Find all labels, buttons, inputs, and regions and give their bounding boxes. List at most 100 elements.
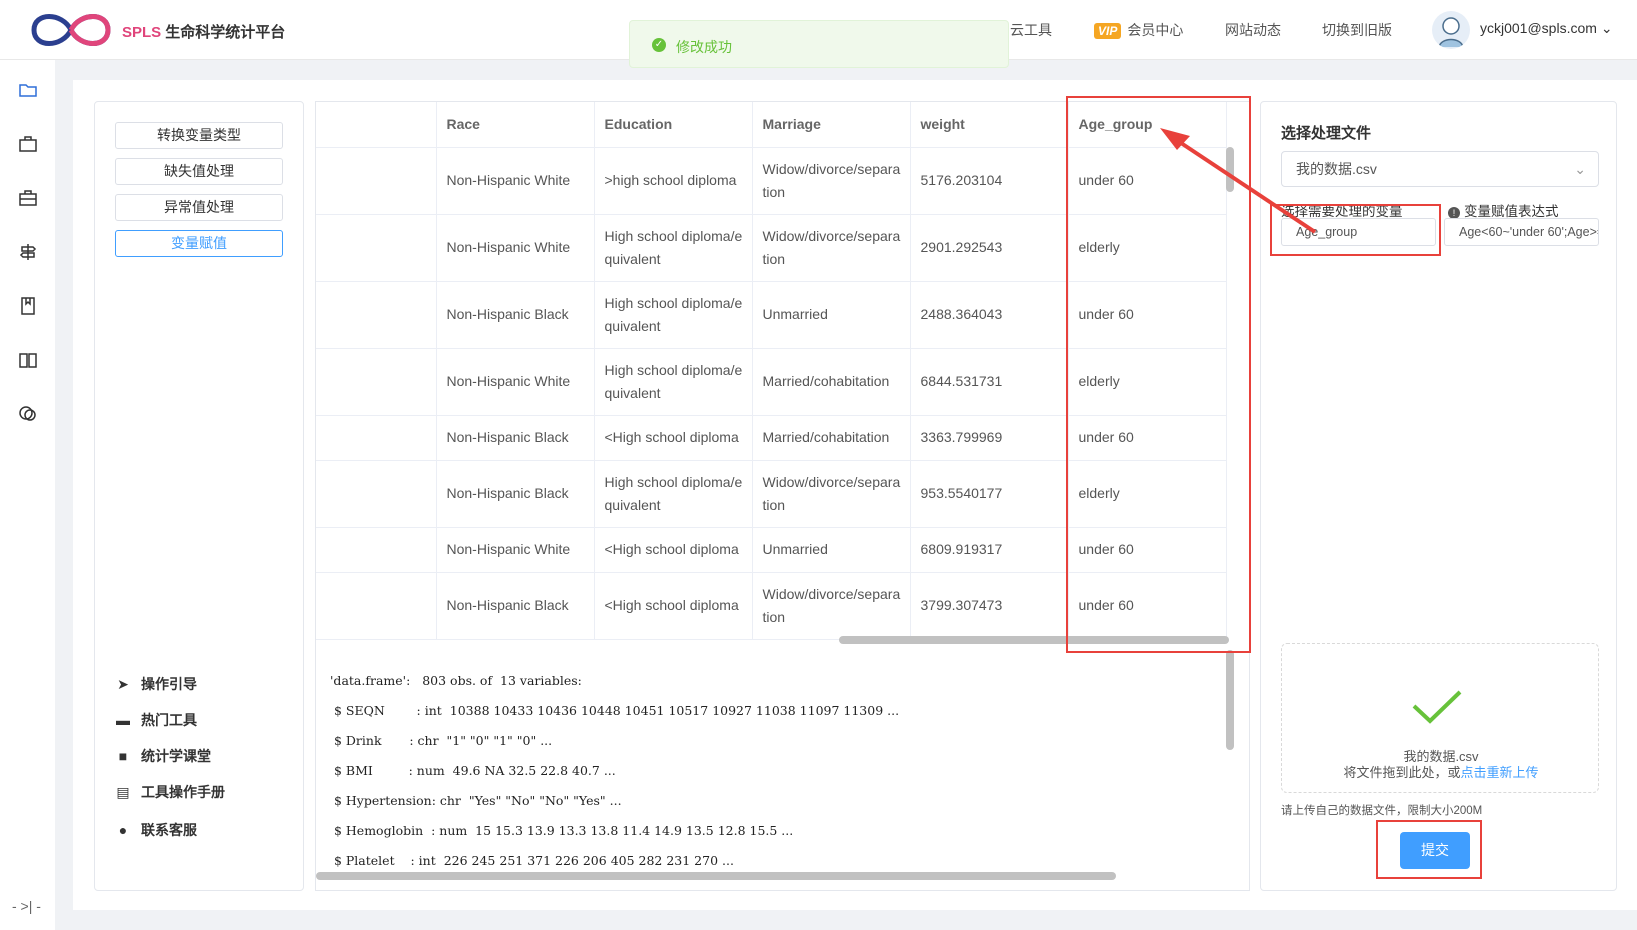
table-row[interactable]: Non-Hispanic Black High school diploma/e … (316, 460, 1227, 528)
table-cell: 6844.531731 (910, 348, 1069, 416)
table-row[interactable]: Non-Hispanic White High school diploma/e … (316, 348, 1227, 416)
toolbox-icon[interactable] (18, 188, 38, 208)
table-cell: under 60 (1068, 147, 1227, 215)
convert-type-button[interactable]: 转换变量类型 (115, 122, 283, 149)
console-horizontal-scrollbar[interactable] (316, 872, 1116, 880)
table-vertical-scrollbar[interactable] (1226, 147, 1234, 192)
table-cell: 2901.292543 (910, 214, 1069, 282)
missing-value-button[interactable]: 缺失值处理 (115, 158, 283, 185)
col-header[interactable]: weight (910, 102, 1069, 148)
table-cell (316, 281, 437, 349)
guide-link[interactable]: ➤ 操作引导 (115, 674, 197, 694)
upload-hint: 将文件拖到此处，或点击重新上传 (1343, 765, 1539, 780)
nav-cloud-tools[interactable]: 云工具 (1010, 20, 1052, 40)
toast-message: 修改成功 (676, 39, 732, 55)
table-cell: >high school diploma (594, 147, 753, 215)
table-cell: elderly (1068, 348, 1227, 416)
table-cell: High school diploma/e quivalent (594, 348, 753, 416)
briefcase-icon[interactable] (18, 134, 38, 154)
table-cell: Non-Hispanic White (436, 348, 595, 416)
table-cell: Non-Hispanic Black (436, 460, 595, 528)
variable-input[interactable]: Age_group (1281, 218, 1436, 246)
help-icon: ● (118, 822, 128, 838)
console-line: $ BMI : num 49.6 NA 32.5 22.8 40.7 ... (330, 763, 616, 778)
table-cell: Widow/divorce/separa tion (752, 147, 911, 215)
chat-icon[interactable] (18, 404, 38, 424)
col-header[interactable]: Age_group (1068, 102, 1227, 148)
folder-icon[interactable] (18, 80, 38, 100)
avatar[interactable] (1432, 11, 1470, 49)
signpost-icon[interactable] (18, 242, 38, 262)
table-row[interactable]: Non-Hispanic Black <High school diploma Wi… (316, 572, 1227, 640)
table-cell: elderly (1068, 460, 1227, 528)
table-cell: 5176.203104 (910, 147, 1069, 215)
table-cell: Married/cohabitation (752, 348, 911, 416)
table-cell: Widow/divorce/separa tion (752, 460, 911, 528)
upload-limit-note: 请上传自己的数据文件，限制大小200M (1281, 805, 1483, 817)
table-cell: 953.5540177 (910, 460, 1069, 528)
check-circle-icon: ✓ (652, 38, 666, 52)
video-icon: ■ (118, 748, 128, 764)
operation-panel: 转换变量类型 缺失值处理 异常值处理 变量赋值 ➤ 操作引导 ▬ 热门工具 ■ 统计学… (94, 101, 304, 891)
support-link[interactable]: ● 联系客服 (115, 820, 197, 840)
table-cell: <High school diploma (594, 415, 753, 461)
nav-switch-old[interactable]: 切换到旧版 (1322, 20, 1392, 40)
table-cell (316, 415, 437, 461)
console-line: 'data.frame': 803 obs. of 13 variables: (330, 673, 582, 688)
table-cell: Non-Hispanic Black (436, 281, 595, 349)
reupload-link[interactable]: 点击重新上传 (1461, 765, 1539, 780)
console-line: $ Hemoglobin : num 15 15.3 13.9 13.3 13.… (330, 823, 794, 838)
document-icon: ▤ (116, 784, 130, 800)
book-icon[interactable] (18, 350, 38, 370)
user-menu[interactable]: yckj001@spls.com ⌄ (1480, 20, 1613, 37)
table-cell: <High school diploma (594, 572, 753, 640)
submit-button[interactable]: 提交 (1400, 832, 1470, 869)
console-line: $ Hypertension: chr "Yes" "No" "No" "Yes… (330, 793, 622, 808)
col-header[interactable]: Race (436, 102, 595, 148)
col-header[interactable]: Education (594, 102, 753, 148)
table-row[interactable]: Non-Hispanic White <High school diploma Un… (316, 527, 1227, 573)
nav-member-center[interactable]: VIP 会员中心 (1094, 20, 1183, 40)
table-cell: under 60 (1068, 572, 1227, 640)
chevron-down-icon: ⌄ (1600, 20, 1613, 36)
expression-label: ! 变量赋值表达式 (1448, 200, 1559, 220)
outlier-button[interactable]: 异常值处理 (115, 194, 283, 221)
table-row[interactable]: Non-Hispanic Black High school diploma/e … (316, 281, 1227, 349)
console-vertical-scrollbar[interactable] (1226, 650, 1234, 750)
check-icon (1412, 690, 1462, 724)
vip-badge: VIP (1094, 23, 1122, 39)
hot-tools-link[interactable]: ▬ 热门工具 (115, 710, 197, 730)
bookmark-icon[interactable] (18, 296, 38, 316)
table-row[interactable]: Non-Hispanic White >high school diploma Wi… (316, 147, 1227, 215)
table-cell: High school diploma/e quivalent (594, 460, 753, 528)
table-row[interactable]: Non-Hispanic Black <High school diploma Ma… (316, 415, 1227, 461)
table-cell: 2488.364043 (910, 281, 1069, 349)
table-cell: under 60 (1068, 527, 1227, 573)
data-structure-console: 'data.frame': 803 obs. of 13 variables: … (316, 647, 1246, 892)
table-cell: High school diploma/e quivalent (594, 281, 753, 349)
table-cell: Married/cohabitation (752, 415, 911, 461)
success-toast: ✓ 修改成功 (629, 20, 1009, 68)
nav-site-news[interactable]: 网站动态 (1225, 20, 1281, 40)
expression-input[interactable]: Age<60~'under 60';Age>=60~'elderly' (1444, 218, 1599, 246)
file-select[interactable]: 我的数据.csv ⌄ (1281, 151, 1599, 187)
stats-class-link[interactable]: ■ 统计学课堂 (115, 746, 211, 766)
spls-logo[interactable] (28, 6, 114, 52)
send-icon: ➤ (117, 676, 129, 692)
table-cell: Widow/divorce/separa tion (752, 572, 911, 640)
console-line: $ SEQN : int 10388 10433 10436 10448 104… (330, 703, 900, 718)
col-header[interactable]: Marriage (752, 102, 911, 148)
table-cell: Widow/divorce/separa tion (752, 214, 911, 282)
upload-dropzone[interactable]: 我的数据.csv 将文件拖到此处，或点击重新上传 (1281, 643, 1599, 793)
manual-link[interactable]: ▤ 工具操作手册 (115, 782, 225, 802)
table-cell: Non-Hispanic Black (436, 572, 595, 640)
table-cell: Non-Hispanic White (436, 527, 595, 573)
table-cell (316, 527, 437, 573)
col-header[interactable] (316, 102, 437, 148)
table-horizontal-scrollbar[interactable] (839, 636, 1229, 644)
console-line: $ Platelet : int 226 245 251 371 226 206… (330, 853, 734, 868)
table-cell: Non-Hispanic White (436, 147, 595, 215)
collapse-sidebar-icon[interactable]: - >| - (12, 898, 41, 914)
variable-assign-button[interactable]: 变量赋值 (115, 230, 283, 257)
table-row[interactable]: Non-Hispanic White High school diploma/e … (316, 214, 1227, 282)
